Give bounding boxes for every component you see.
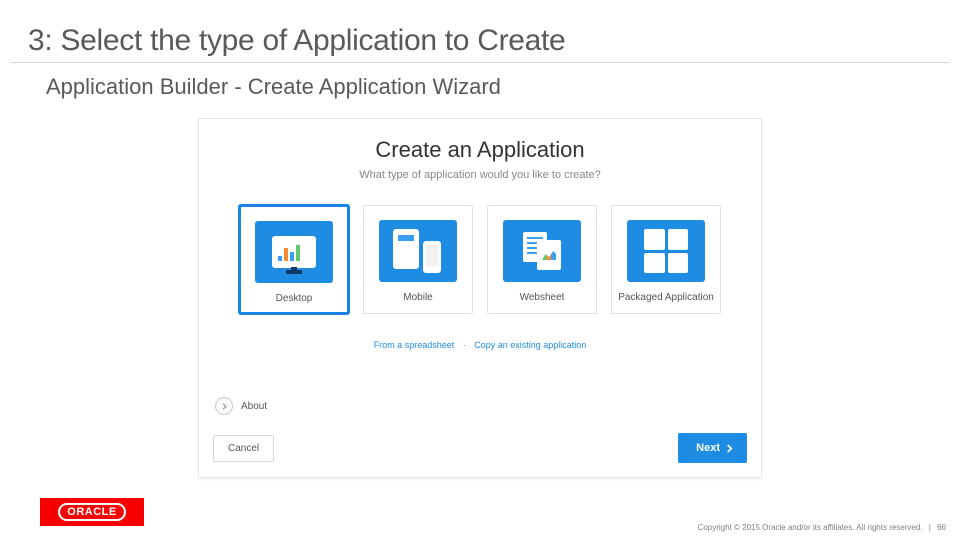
title-divider [10, 62, 950, 63]
app-builder-screenshot: Create an Application What type of appli… [198, 118, 762, 478]
card-websheet[interactable]: Websheet [487, 205, 597, 314]
card-desktop[interactable]: Desktop [239, 205, 349, 314]
next-label: Next [696, 442, 720, 454]
link-from-spreadsheet[interactable]: From a spreadsheet [374, 340, 455, 350]
oracle-logo: ORACLE [40, 498, 144, 526]
oracle-wordmark: ORACLE [58, 503, 125, 521]
card-packaged[interactable]: Packaged Application [611, 205, 721, 314]
card-label: Mobile [364, 292, 472, 303]
about-row: About [215, 397, 267, 415]
footer-separator: | [929, 523, 931, 532]
packaged-icon [627, 220, 705, 282]
slide-title: 3: Select the type of Application to Cre… [28, 24, 565, 58]
builder-title: Create an Application [199, 137, 761, 163]
desktop-icon [255, 221, 333, 283]
builder-header: Create an Application What type of appli… [199, 119, 761, 185]
cancel-button[interactable]: Cancel [213, 435, 274, 462]
builder-question: What type of application would you like … [199, 169, 761, 181]
chevron-right-icon [726, 444, 733, 453]
alt-create-links: From a spreadsheet · Copy an existing ap… [199, 340, 761, 350]
next-button[interactable]: Next [678, 433, 747, 463]
link-copy-existing[interactable]: Copy an existing application [474, 340, 586, 350]
copyright-text: Copyright © 2015 Oracle and/or its affil… [698, 523, 923, 532]
websheet-icon [503, 220, 581, 282]
card-label: Packaged Application [612, 292, 720, 303]
mobile-icon [379, 220, 457, 282]
slide-container: 3: Select the type of Application to Cre… [0, 0, 960, 540]
about-label: About [241, 401, 267, 412]
chevron-right-icon [221, 403, 228, 410]
about-expand-button[interactable] [215, 397, 233, 415]
slide-footer: Copyright © 2015 Oracle and/or its affil… [698, 523, 946, 532]
page-number: 66 [937, 523, 946, 532]
builder-footer: Cancel Next [213, 433, 747, 463]
slide-subtitle: Application Builder - Create Application… [46, 74, 501, 100]
card-mobile[interactable]: Mobile [363, 205, 473, 314]
app-type-cards: Desktop Mobile Websheet Packaged Applica… [199, 205, 761, 314]
card-label: Desktop [241, 293, 347, 304]
card-label: Websheet [488, 292, 596, 303]
